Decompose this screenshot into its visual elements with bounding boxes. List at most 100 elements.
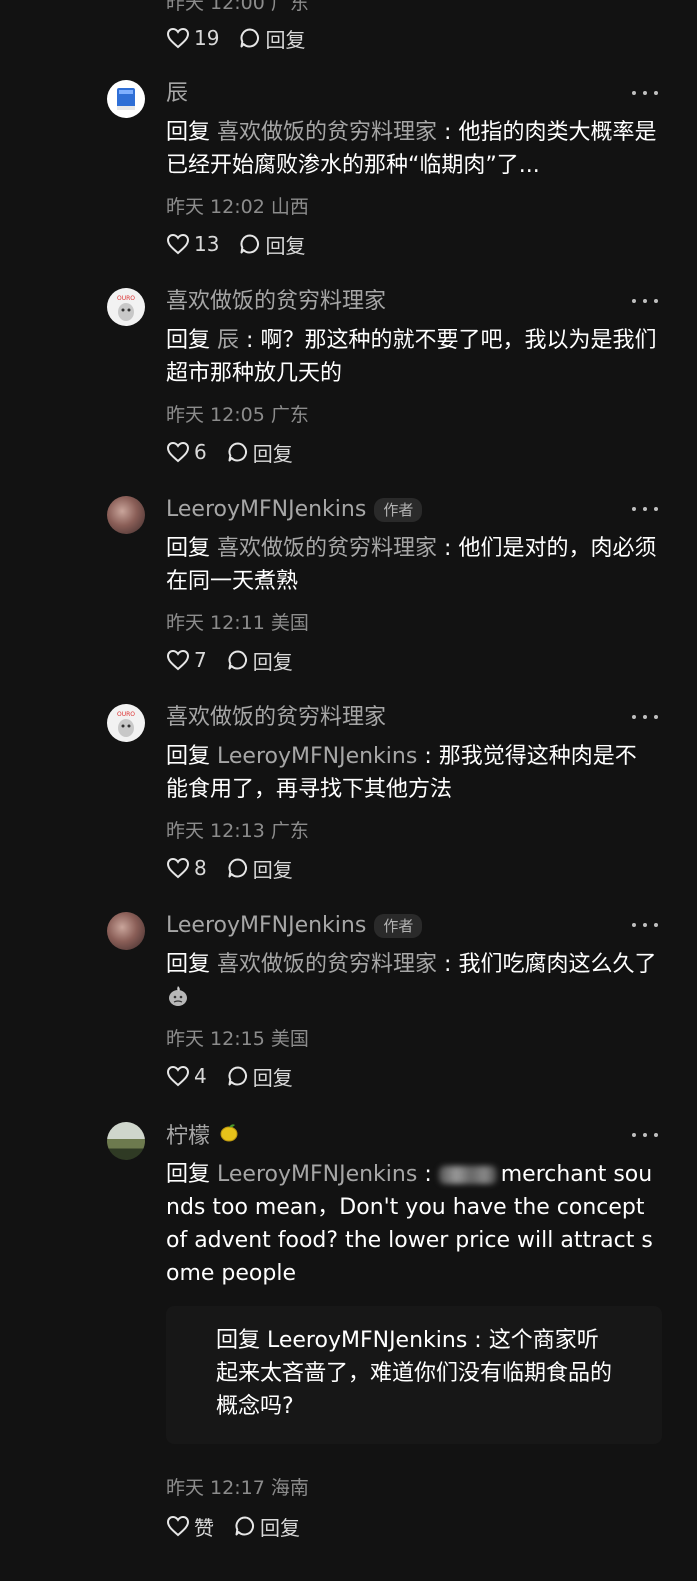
translation-box: 回复 LeeroyMFNJenkins : 这个商家听起来太吝啬了，难道你们没有…: [166, 1306, 662, 1444]
comment-item: 辰 回复 喜欢做饭的贫穷料理家 : 他指的肉类大概率是已经开始腐败渗水的那种“临…: [0, 80, 697, 270]
comment-meta: 昨天 12:13 广东: [166, 820, 309, 842]
reply-target-link[interactable]: LeeroyMFNJenkins: [217, 1162, 417, 1187]
reply-label: 回复: [252, 1065, 293, 1090]
reply-target-link[interactable]: 喜欢做饭的贫穷料理家: [217, 952, 437, 977]
speech-bubble-icon: [235, 1516, 254, 1536]
avatar[interactable]: [107, 912, 145, 950]
reply-button[interactable]: 回复: [227, 438, 293, 467]
heart-icon: [166, 857, 190, 879]
comment-item: OURO 喜欢做饭的贫穷料理家 回复 LeeroyMFNJenkins : 那我…: [0, 704, 697, 894]
like-button[interactable]: 8: [166, 856, 207, 880]
reply-label: 回复: [252, 649, 293, 674]
like-count: 4: [194, 1064, 207, 1088]
heart-icon: [166, 649, 190, 671]
translation-text: 回复 LeeroyMFNJenkins : 这个商家听起来太吝啬了，难道你们没有…: [216, 1328, 613, 1419]
comment-text: 回复 LeeroyMFNJenkins : 那我觉得这种肉是不能食用了，再寻找下…: [166, 744, 637, 802]
comment-actions: 8 回复: [166, 850, 313, 886]
like-count: 8: [194, 856, 207, 880]
username[interactable]: 辰: [166, 80, 188, 108]
username[interactable]: LeeroyMFNJenkins 作者: [166, 496, 423, 524]
speech-bubble-icon: [228, 1066, 247, 1086]
reply-label: 回复: [260, 1515, 300, 1540]
like-button[interactable]: 19: [166, 26, 219, 50]
like-count: 19: [194, 26, 220, 50]
author-badge: 作者: [374, 498, 423, 522]
avatar[interactable]: [107, 496, 145, 534]
reply-button[interactable]: 回复: [227, 1062, 293, 1091]
like-button[interactable]: 7: [166, 648, 207, 672]
avatar[interactable]: OURO: [107, 704, 145, 742]
svg-text:OURO: OURO: [117, 295, 135, 302]
heart-icon: [166, 1065, 190, 1087]
comment-actions: 13 回复: [166, 226, 325, 262]
comment-actions: 赞 回复: [166, 1508, 320, 1544]
reply-button[interactable]: 回复: [239, 230, 305, 259]
reply-label: 回复: [252, 441, 293, 466]
reply-button[interactable]: 回复: [227, 854, 293, 883]
speech-bubble-icon: [240, 28, 260, 48]
comment-text: 回复 喜欢做饭的贫穷料理家 : 我们吃腐肉这么久了: [166, 948, 658, 1018]
reply-target-link[interactable]: 喜欢做饭的贫穷料理家: [217, 536, 437, 561]
blurred-text: [438, 1166, 497, 1184]
comment-actions: 6 回复: [166, 434, 313, 470]
comment-meta: 昨天 12:02 山西: [166, 196, 309, 218]
reply-label: 回复: [265, 27, 306, 52]
reply-label: 回复: [265, 233, 306, 258]
like-count: 赞: [194, 1515, 214, 1540]
reply-button[interactable]: 回复: [239, 24, 305, 53]
more-options-button[interactable]: [632, 1122, 658, 1148]
top-comment-actions: 19 回复: [166, 20, 325, 56]
top-comment-meta: 昨天 12:00 广东: [166, 0, 309, 14]
like-button[interactable]: 13: [166, 232, 219, 256]
comment-meta: 昨天 12:17 海南: [166, 1477, 309, 1499]
like-count: 13: [194, 232, 220, 256]
speech-bubble-icon: [228, 442, 247, 462]
comment-item: LeeroyMFNJenkins 作者 回复 喜欢做饭的贫穷料理家 : 我们吃腐肉…: [0, 912, 697, 1112]
comment-item: OURO 喜欢做饭的贫穷料理家 回复 辰 : 啊？那这种的就不要了吧，我以为是我…: [0, 288, 697, 478]
comment-meta: 昨天 12:11 美国: [166, 612, 309, 634]
reply-target-link[interactable]: LeeroyMFNJenkins: [217, 744, 417, 769]
heart-icon: [166, 233, 190, 255]
username[interactable]: 柠檬: [166, 1122, 240, 1152]
speech-bubble-icon: [228, 858, 247, 878]
sweat-emoji-icon: [166, 984, 190, 1018]
like-count: 6: [194, 440, 207, 464]
more-options-button[interactable]: [632, 496, 658, 522]
lemon-icon: [218, 1122, 240, 1152]
more-options-button[interactable]: [632, 912, 658, 938]
avatar[interactable]: [107, 80, 145, 118]
more-options-button[interactable]: [632, 80, 658, 106]
comment-meta: 昨天 12:05 广东: [166, 404, 309, 426]
comment-text: 回复 辰 : 啊？那这种的就不要了吧，我以为是我们超市那种放几天的: [166, 328, 657, 386]
reply-button[interactable]: 回复: [234, 1512, 300, 1541]
reply-target-link[interactable]: 辰: [217, 328, 239, 353]
comment-meta: 昨天 12:15 美国: [166, 1028, 309, 1050]
speech-bubble-icon: [240, 234, 260, 254]
username[interactable]: LeeroyMFNJenkins 作者: [166, 912, 423, 940]
avatar[interactable]: OURO: [107, 288, 145, 326]
like-button[interactable]: 6: [166, 440, 207, 464]
username[interactable]: 喜欢做饭的贫穷料理家: [166, 704, 386, 732]
reply-button[interactable]: 回复: [227, 646, 293, 675]
comment-text: 回复 喜欢做饭的贫穷料理家 : 他指的肉类大概率是已经开始腐败渗水的那种“临期肉…: [166, 120, 657, 178]
comment-actions: 7 回复: [166, 642, 313, 678]
speech-bubble-icon: [228, 650, 247, 670]
heart-icon: [166, 1515, 190, 1537]
comment-actions: 4 回复: [166, 1058, 313, 1094]
reply-label: 回复: [252, 857, 293, 882]
username[interactable]: 喜欢做饭的贫穷料理家: [166, 288, 386, 316]
reply-target-link[interactable]: 喜欢做饭的贫穷料理家: [217, 120, 437, 145]
more-options-button[interactable]: [632, 704, 658, 730]
comment-item: LeeroyMFNJenkins 作者 回复 喜欢做饭的贫穷料理家 : 他们是对的…: [0, 496, 697, 686]
like-button[interactable]: 4: [166, 1064, 207, 1088]
heart-icon: [166, 27, 190, 49]
author-badge: 作者: [374, 914, 423, 938]
like-button[interactable]: 赞: [166, 1512, 214, 1541]
comment-text: 回复 喜欢做饭的贫穷料理家 : 他们是对的，肉必须在同一天煮熟: [166, 536, 657, 594]
like-count: 7: [194, 648, 207, 672]
more-options-button[interactable]: [632, 288, 658, 314]
avatar[interactable]: [107, 1122, 145, 1160]
comment-item: 柠檬 回复 LeeroyMFNJenkins : merchant sounds…: [0, 1122, 697, 1552]
comment-text: 回复 LeeroyMFNJenkins : merchant sounds to…: [166, 1162, 653, 1286]
svg-text:OURO: OURO: [117, 711, 135, 718]
